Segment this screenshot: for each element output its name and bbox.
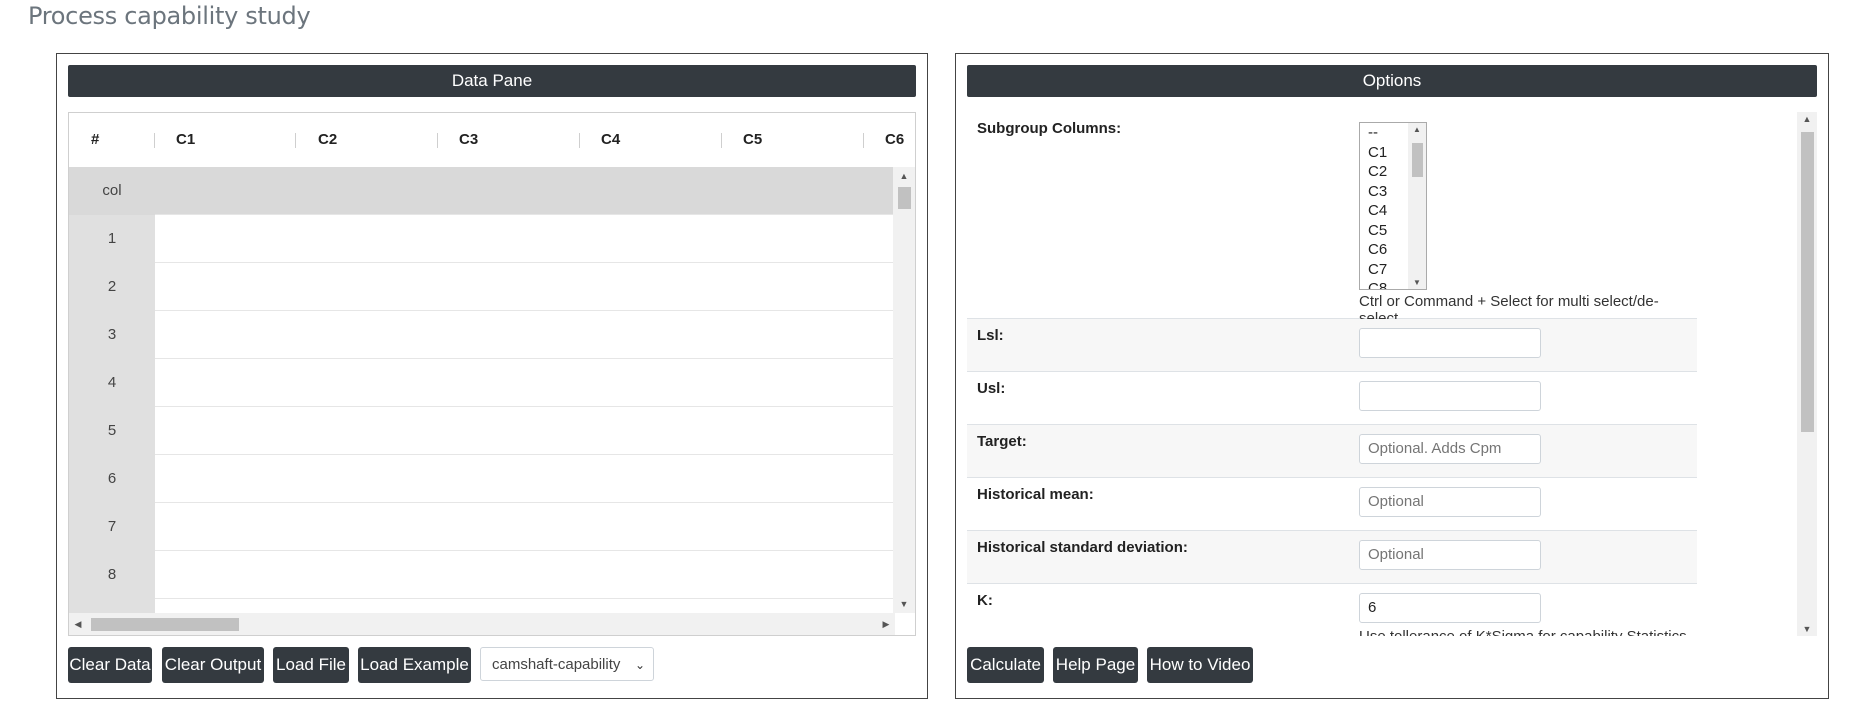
- options-header: Options: [967, 65, 1817, 97]
- data-pane-header: Data Pane: [68, 65, 916, 97]
- historical-sd-label: Historical standard deviation:: [977, 539, 1188, 556]
- grid-column-header: # C1 C2 C3 C4 C5 C6: [69, 113, 915, 168]
- table-row[interactable]: 8: [69, 551, 895, 599]
- help-page-button[interactable]: Help Page: [1053, 647, 1138, 683]
- clear-output-button[interactable]: Clear Output: [162, 647, 264, 683]
- clear-data-button[interactable]: Clear Data: [68, 647, 152, 683]
- scroll-right-icon[interactable]: ▶: [877, 613, 895, 635]
- column-header-c2[interactable]: C2: [318, 113, 337, 167]
- options-vertical-scrollbar[interactable]: ▲ ▼: [1797, 112, 1817, 636]
- historical-mean-label: Historical mean:: [977, 486, 1094, 503]
- table-row[interactable]: 4: [69, 359, 895, 407]
- scroll-up-icon[interactable]: ▲: [893, 167, 915, 185]
- row-number: 3: [69, 311, 155, 359]
- lsl-label: Lsl:: [977, 327, 1004, 344]
- load-file-button[interactable]: Load File: [273, 647, 349, 683]
- how-to-video-button[interactable]: How to Video: [1147, 647, 1253, 683]
- options-panel: Options Subgroup Columns: -- C1 C2 C3 C4…: [955, 53, 1829, 699]
- grid-vertical-scrollbar[interactable]: ▲ ▼: [893, 167, 915, 613]
- scroll-down-icon[interactable]: ▼: [1408, 278, 1426, 287]
- column-header-c6[interactable]: C6: [885, 113, 904, 167]
- row-number: 1: [69, 215, 155, 263]
- column-header-c5[interactable]: C5: [743, 113, 762, 167]
- option-row-historical-mean: Historical mean:: [967, 478, 1697, 531]
- row-number: 2: [69, 263, 155, 311]
- grid-horizontal-scrollbar[interactable]: ◀ ▶: [69, 613, 895, 635]
- load-example-button[interactable]: Load Example: [358, 647, 471, 683]
- scroll-up-icon[interactable]: ▲: [1797, 114, 1817, 124]
- table-row[interactable]: 2: [69, 263, 895, 311]
- grid-horizontal-scroll-thumb[interactable]: [91, 618, 239, 631]
- subgroup-columns-listbox[interactable]: -- C1 C2 C3 C4 C5 C6 C7 C8 ▲ ▼: [1359, 122, 1427, 290]
- k-hint: Use tollerance of K*Sigma for capability…: [1359, 628, 1687, 636]
- row-number: 8: [69, 551, 155, 599]
- chevron-down-icon: ⌄: [634, 658, 645, 672]
- row-number: 6: [69, 455, 155, 503]
- row-number: 7: [69, 503, 155, 551]
- options-scroll-area: Subgroup Columns: -- C1 C2 C3 C4 C5 C6 C…: [967, 112, 1817, 636]
- option-row-historical-sd: Historical standard deviation:: [967, 531, 1697, 584]
- scroll-down-icon[interactable]: ▼: [1797, 624, 1817, 634]
- option-row-k: K: Use tollerance of K*Sigma for capabil…: [967, 584, 1697, 636]
- data-grid[interactable]: # C1 C2 C3 C4 C5 C6 col 1 2 3 4 5 6 7 8: [68, 112, 916, 636]
- option-row-lsl: Lsl:: [967, 319, 1697, 372]
- option-row-usl: Usl:: [967, 372, 1697, 425]
- k-input[interactable]: [1359, 593, 1541, 623]
- column-header-index: #: [91, 131, 100, 148]
- calculate-button[interactable]: Calculate: [967, 647, 1044, 683]
- target-input[interactable]: [1359, 434, 1541, 464]
- row-label-col: col: [69, 167, 155, 215]
- table-row[interactable]: 7: [69, 503, 895, 551]
- table-row[interactable]: 6: [69, 455, 895, 503]
- column-header-c4[interactable]: C4: [601, 113, 620, 167]
- table-row[interactable]: col: [69, 167, 895, 215]
- table-row[interactable]: 3: [69, 311, 895, 359]
- target-label: Target:: [977, 433, 1027, 450]
- listbox-scrollbar[interactable]: ▲ ▼: [1408, 123, 1426, 289]
- column-header-c3[interactable]: C3: [459, 113, 478, 167]
- example-select[interactable]: camshaft-capability ⌄: [480, 647, 654, 681]
- listbox-scroll-thumb[interactable]: [1412, 143, 1423, 177]
- scroll-down-icon[interactable]: ▼: [893, 595, 915, 613]
- usl-label: Usl:: [977, 380, 1006, 397]
- table-row[interactable]: 5: [69, 407, 895, 455]
- row-number: 4: [69, 359, 155, 407]
- historical-sd-input[interactable]: [1359, 540, 1541, 570]
- option-row-subgroup: Subgroup Columns: -- C1 C2 C3 C4 C5 C6 C…: [967, 112, 1697, 327]
- lsl-input[interactable]: [1359, 328, 1541, 358]
- historical-mean-input[interactable]: [1359, 487, 1541, 517]
- scroll-up-icon[interactable]: ▲: [1408, 125, 1426, 134]
- table-row[interactable]: [69, 599, 895, 613]
- row-number: 5: [69, 407, 155, 455]
- scroll-left-icon[interactable]: ◀: [69, 613, 87, 635]
- row-number: [69, 599, 155, 613]
- data-pane-panel: Data Pane # C1 C2 C3 C4 C5 C6 col 1 2 3 …: [56, 53, 928, 699]
- subgroup-columns-label: Subgroup Columns:: [977, 120, 1122, 137]
- grid-vertical-scroll-thumb[interactable]: [898, 187, 911, 209]
- option-row-target: Target:: [967, 425, 1697, 478]
- options-scroll-thumb[interactable]: [1801, 132, 1814, 432]
- page-title: Process capability study: [28, 2, 311, 30]
- column-header-c1[interactable]: C1: [176, 113, 195, 167]
- table-row[interactable]: 1: [69, 215, 895, 263]
- example-select-value: camshaft-capability: [492, 656, 621, 673]
- usl-input[interactable]: [1359, 381, 1541, 411]
- k-label: K:: [977, 592, 993, 609]
- grid-body: col 1 2 3 4 5 6 7 8: [69, 167, 895, 613]
